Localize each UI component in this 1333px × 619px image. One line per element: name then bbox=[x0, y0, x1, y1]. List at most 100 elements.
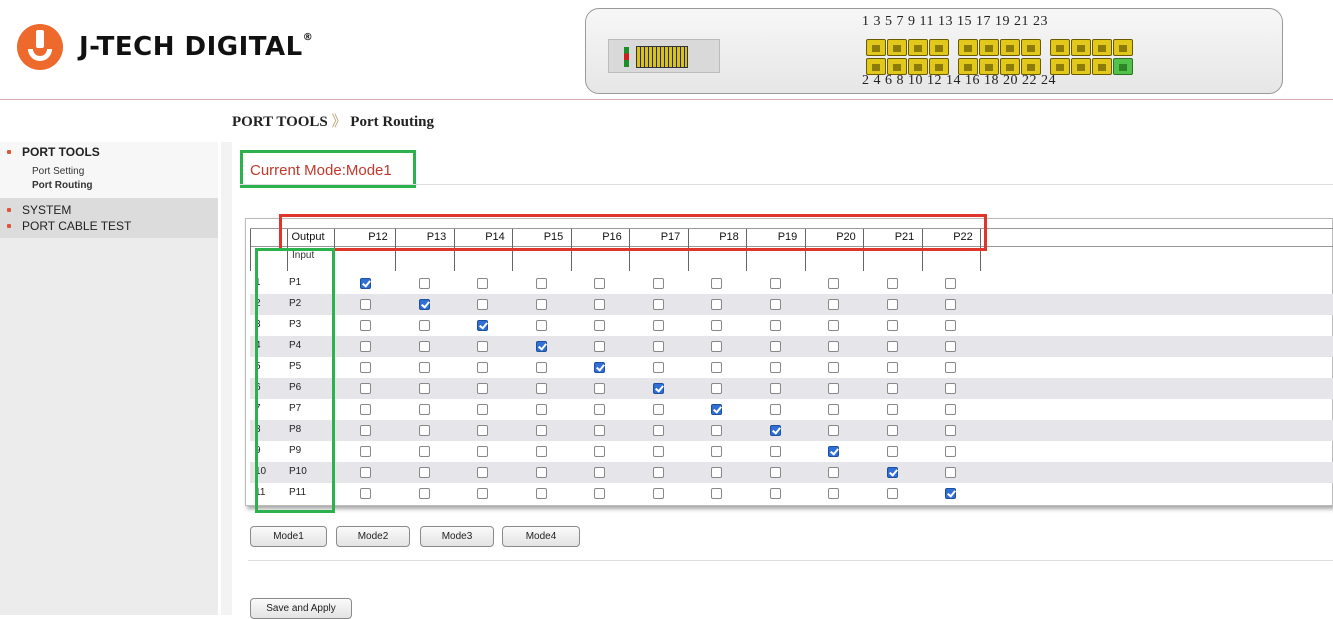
sidebar-item-port-cable-test[interactable]: PORT CABLE TEST bbox=[6, 219, 131, 233]
route-checkbox[interactable] bbox=[653, 299, 664, 310]
ethernet-port-icon[interactable] bbox=[1021, 39, 1041, 56]
sidebar-item-port-routing[interactable]: Port Routing bbox=[32, 180, 93, 191]
route-checkbox[interactable] bbox=[653, 404, 664, 415]
route-checkbox[interactable] bbox=[360, 446, 371, 457]
route-checkbox[interactable] bbox=[887, 425, 898, 436]
route-checkbox[interactable] bbox=[945, 278, 956, 289]
route-checkbox[interactable] bbox=[419, 299, 430, 310]
route-checkbox[interactable] bbox=[711, 383, 722, 394]
route-checkbox[interactable] bbox=[594, 404, 605, 415]
route-checkbox[interactable] bbox=[770, 362, 781, 373]
route-checkbox[interactable] bbox=[536, 404, 547, 415]
route-checkbox[interactable] bbox=[360, 362, 371, 373]
route-checkbox[interactable] bbox=[594, 320, 605, 331]
route-checkbox[interactable] bbox=[770, 467, 781, 478]
route-checkbox[interactable] bbox=[945, 341, 956, 352]
route-checkbox[interactable] bbox=[594, 425, 605, 436]
route-checkbox[interactable] bbox=[828, 278, 839, 289]
route-checkbox[interactable] bbox=[711, 362, 722, 373]
route-checkbox[interactable] bbox=[711, 488, 722, 499]
route-checkbox[interactable] bbox=[945, 488, 956, 499]
route-checkbox[interactable] bbox=[770, 404, 781, 415]
route-checkbox[interactable] bbox=[419, 320, 430, 331]
sidebar-item-port-setting[interactable]: Port Setting bbox=[32, 166, 84, 177]
route-checkbox[interactable] bbox=[828, 467, 839, 478]
route-checkbox[interactable] bbox=[711, 467, 722, 478]
route-checkbox[interactable] bbox=[711, 425, 722, 436]
route-checkbox[interactable] bbox=[419, 341, 430, 352]
route-checkbox[interactable] bbox=[594, 341, 605, 352]
route-checkbox[interactable] bbox=[419, 362, 430, 373]
route-checkbox[interactable] bbox=[419, 488, 430, 499]
route-checkbox[interactable] bbox=[360, 278, 371, 289]
ethernet-port-icon[interactable] bbox=[1050, 39, 1070, 56]
route-checkbox[interactable] bbox=[594, 446, 605, 457]
route-checkbox[interactable] bbox=[477, 383, 488, 394]
route-checkbox[interactable] bbox=[828, 362, 839, 373]
route-checkbox[interactable] bbox=[887, 341, 898, 352]
route-checkbox[interactable] bbox=[945, 383, 956, 394]
route-checkbox[interactable] bbox=[828, 383, 839, 394]
route-checkbox[interactable] bbox=[477, 299, 488, 310]
route-checkbox[interactable] bbox=[887, 299, 898, 310]
route-checkbox[interactable] bbox=[536, 446, 547, 457]
route-checkbox[interactable] bbox=[828, 341, 839, 352]
route-checkbox[interactable] bbox=[360, 425, 371, 436]
route-checkbox[interactable] bbox=[945, 446, 956, 457]
route-checkbox[interactable] bbox=[594, 362, 605, 373]
ethernet-port-icon[interactable] bbox=[866, 39, 886, 56]
route-checkbox[interactable] bbox=[828, 320, 839, 331]
route-checkbox[interactable] bbox=[828, 425, 839, 436]
route-checkbox[interactable] bbox=[770, 446, 781, 457]
route-checkbox[interactable] bbox=[770, 299, 781, 310]
route-checkbox[interactable] bbox=[477, 488, 488, 499]
route-checkbox[interactable] bbox=[653, 467, 664, 478]
route-checkbox[interactable] bbox=[887, 278, 898, 289]
ethernet-port-icon[interactable] bbox=[1113, 39, 1133, 56]
mode4-button[interactable]: Mode4 bbox=[502, 526, 580, 547]
breadcrumb-section[interactable]: PORT TOOLS bbox=[232, 114, 328, 130]
route-checkbox[interactable] bbox=[360, 488, 371, 499]
route-checkbox[interactable] bbox=[945, 425, 956, 436]
route-checkbox[interactable] bbox=[887, 467, 898, 478]
route-checkbox[interactable] bbox=[828, 299, 839, 310]
route-checkbox[interactable] bbox=[770, 488, 781, 499]
route-checkbox[interactable] bbox=[711, 341, 722, 352]
ethernet-port-icon[interactable] bbox=[1071, 39, 1091, 56]
ethernet-port-icon[interactable] bbox=[887, 39, 907, 56]
ethernet-port-icon[interactable] bbox=[908, 39, 928, 56]
route-checkbox[interactable] bbox=[419, 425, 430, 436]
route-checkbox[interactable] bbox=[828, 446, 839, 457]
route-checkbox[interactable] bbox=[711, 320, 722, 331]
route-checkbox[interactable] bbox=[536, 467, 547, 478]
route-checkbox[interactable] bbox=[477, 467, 488, 478]
route-checkbox[interactable] bbox=[653, 383, 664, 394]
route-checkbox[interactable] bbox=[770, 341, 781, 352]
route-checkbox[interactable] bbox=[360, 404, 371, 415]
mode1-button[interactable]: Mode1 bbox=[250, 526, 327, 547]
route-checkbox[interactable] bbox=[711, 446, 722, 457]
route-checkbox[interactable] bbox=[887, 362, 898, 373]
ethernet-port-icon[interactable] bbox=[929, 39, 949, 56]
route-checkbox[interactable] bbox=[360, 341, 371, 352]
route-checkbox[interactable] bbox=[653, 488, 664, 499]
route-checkbox[interactable] bbox=[653, 341, 664, 352]
route-checkbox[interactable] bbox=[887, 383, 898, 394]
route-checkbox[interactable] bbox=[770, 320, 781, 331]
route-checkbox[interactable] bbox=[360, 320, 371, 331]
route-checkbox[interactable] bbox=[536, 341, 547, 352]
route-checkbox[interactable] bbox=[536, 488, 547, 499]
route-checkbox[interactable] bbox=[360, 467, 371, 478]
route-checkbox[interactable] bbox=[828, 488, 839, 499]
route-checkbox[interactable] bbox=[536, 299, 547, 310]
route-checkbox[interactable] bbox=[477, 362, 488, 373]
route-checkbox[interactable] bbox=[945, 320, 956, 331]
route-checkbox[interactable] bbox=[419, 467, 430, 478]
route-checkbox[interactable] bbox=[770, 278, 781, 289]
route-checkbox[interactable] bbox=[477, 341, 488, 352]
route-checkbox[interactable] bbox=[945, 467, 956, 478]
route-checkbox[interactable] bbox=[887, 446, 898, 457]
route-checkbox[interactable] bbox=[711, 404, 722, 415]
route-checkbox[interactable] bbox=[536, 383, 547, 394]
ethernet-port-icon[interactable] bbox=[1092, 39, 1112, 56]
